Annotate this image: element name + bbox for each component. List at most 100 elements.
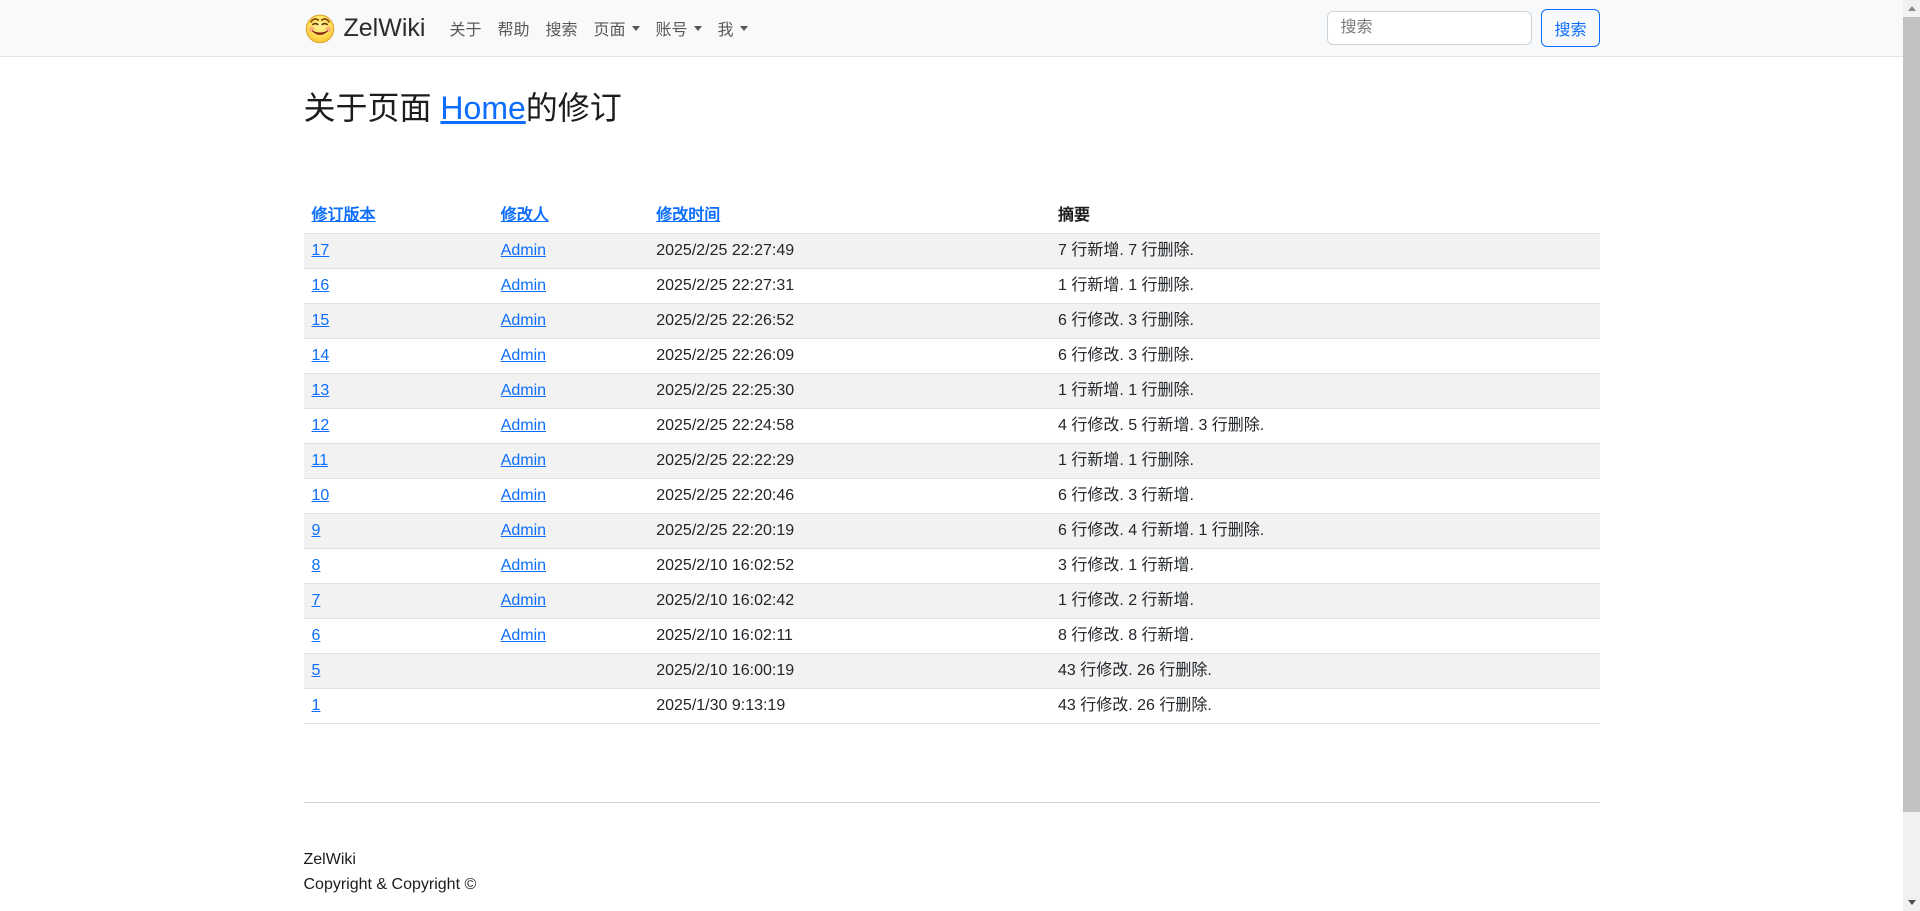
- editor-cell: Admin: [493, 269, 649, 304]
- editor-cell: Admin: [493, 584, 649, 619]
- editor-cell: Admin: [493, 479, 649, 514]
- editor-cell: Admin: [493, 234, 649, 269]
- editor-link[interactable]: Admin: [501, 557, 546, 574]
- editor-link[interactable]: Admin: [501, 522, 546, 539]
- summary-cell: 1 行新增. 1 行删除.: [1050, 269, 1600, 304]
- summary-cell: 7 行新增. 7 行删除.: [1050, 234, 1600, 269]
- home-page-link[interactable]: Home: [440, 90, 525, 126]
- editor-cell: Admin: [493, 444, 649, 479]
- logo-smiley-icon: [304, 12, 336, 44]
- revision-link[interactable]: 11: [312, 452, 329, 469]
- nav-item-help[interactable]: 帮助: [489, 8, 537, 48]
- time-cell: 2025/2/25 22:20:19: [648, 514, 1050, 549]
- editor-cell: [493, 689, 649, 724]
- time-cell: 2025/2/10 16:02:52: [648, 549, 1050, 584]
- revision-cell: 14: [304, 339, 493, 374]
- revision-link[interactable]: 8: [312, 557, 321, 574]
- summary-cell: 6 行修改. 3 行删除.: [1050, 339, 1600, 374]
- revision-cell: 10: [304, 479, 493, 514]
- editor-link[interactable]: Admin: [501, 592, 546, 609]
- editor-link[interactable]: Admin: [501, 242, 546, 259]
- editor-cell: [493, 654, 649, 689]
- nav-item-pages[interactable]: 页面: [585, 8, 647, 48]
- time-cell: 2025/1/30 9:13:19: [648, 689, 1050, 724]
- revisions-table-body: 17 Admin 2025/2/25 22:27:49 7 行新增. 7 行删除…: [304, 234, 1600, 724]
- summary-cell: 1 行修改. 2 行新增.: [1050, 584, 1600, 619]
- time-cell: 2025/2/10 16:02:42: [648, 584, 1050, 619]
- summary-cell: 43 行修改. 26 行删除.: [1050, 654, 1600, 689]
- revision-link[interactable]: 17: [312, 242, 330, 259]
- revision-link[interactable]: 10: [312, 487, 330, 504]
- table-row: 12 Admin 2025/2/25 22:24:58 4 行修改. 5 行新增…: [304, 409, 1600, 444]
- search-input[interactable]: [1327, 11, 1532, 45]
- editor-link[interactable]: Admin: [501, 417, 546, 434]
- editor-link[interactable]: Admin: [501, 277, 546, 294]
- revision-link[interactable]: 9: [312, 522, 321, 539]
- footer-divider: [304, 802, 1600, 803]
- top-navbar: ZelWiki 关于帮助搜索页面账号我 搜索: [0, 0, 1903, 57]
- navbar-search-group: 搜索: [1327, 9, 1599, 47]
- revision-link[interactable]: 6: [312, 627, 321, 644]
- time-cell: 2025/2/25 22:27:49: [648, 234, 1050, 269]
- editor-link[interactable]: Admin: [501, 347, 546, 364]
- page-title: 关于页面 Home的修订: [304, 83, 1600, 129]
- nav-item-about[interactable]: 关于: [441, 8, 489, 48]
- table-row: 10 Admin 2025/2/25 22:20:46 6 行修改. 3 行新增…: [304, 479, 1600, 514]
- footer-site-name: ZelWiki: [304, 851, 356, 868]
- nav-item-account[interactable]: 账号: [648, 8, 710, 48]
- revision-cell: 17: [304, 234, 493, 269]
- brand-text: ZelWiki: [344, 14, 426, 43]
- nav-item-search[interactable]: 搜索: [537, 8, 585, 48]
- page-footer: ZelWikiCopyright & Copyright ©: [304, 847, 1600, 897]
- scrollbar-thumb[interactable]: [1903, 17, 1920, 812]
- time-cell: 2025/2/25 22:26:09: [648, 339, 1050, 374]
- table-row: 6 Admin 2025/2/10 16:02:11 8 行修改. 8 行新增.: [304, 619, 1600, 654]
- page-title-suffix: 的修订: [526, 90, 622, 126]
- revision-link[interactable]: 16: [312, 277, 330, 294]
- table-row: 9 Admin 2025/2/25 22:20:19 6 行修改. 4 行新增.…: [304, 514, 1600, 549]
- editor-link[interactable]: Admin: [501, 312, 546, 329]
- search-button[interactable]: 搜索: [1541, 9, 1599, 47]
- brand-link[interactable]: ZelWiki: [304, 12, 426, 44]
- revision-cell: 16: [304, 269, 493, 304]
- chevron-down-icon: [694, 26, 702, 31]
- revision-link[interactable]: 14: [312, 347, 330, 364]
- revision-link[interactable]: 5: [312, 662, 321, 679]
- table-row: 14 Admin 2025/2/25 22:26:09 6 行修改. 3 行删除…: [304, 339, 1600, 374]
- scrollbar-down-arrow-icon[interactable]: [1903, 894, 1920, 911]
- revision-cell: 9: [304, 514, 493, 549]
- sort-by-revision-link[interactable]: 修订版本: [312, 207, 376, 224]
- sort-by-editor-link[interactable]: 修改人: [501, 207, 549, 224]
- header-editor: 修改人: [493, 199, 649, 234]
- vertical-scrollbar[interactable]: [1903, 0, 1920, 911]
- editor-link[interactable]: Admin: [501, 452, 546, 469]
- scrollbar-up-arrow-icon[interactable]: [1903, 0, 1920, 17]
- revision-link[interactable]: 1: [312, 697, 321, 714]
- table-row: 5 2025/2/10 16:00:19 43 行修改. 26 行删除.: [304, 654, 1600, 689]
- chevron-down-icon: [632, 26, 640, 31]
- editor-link[interactable]: Admin: [501, 627, 546, 644]
- editor-link[interactable]: Admin: [501, 487, 546, 504]
- time-cell: 2025/2/25 22:26:52: [648, 304, 1050, 339]
- revision-link[interactable]: 12: [312, 417, 330, 434]
- revision-link[interactable]: 13: [312, 382, 330, 399]
- revision-link[interactable]: 7: [312, 592, 321, 609]
- revision-cell: 7: [304, 584, 493, 619]
- revision-cell: 6: [304, 619, 493, 654]
- sort-by-time-link[interactable]: 修改时间: [656, 207, 720, 224]
- header-summary: 摘要: [1050, 199, 1600, 234]
- revision-cell: 5: [304, 654, 493, 689]
- time-cell: 2025/2/10 16:02:11: [648, 619, 1050, 654]
- nav-item-me[interactable]: 我: [710, 8, 756, 48]
- editor-link[interactable]: Admin: [501, 382, 546, 399]
- page-title-prefix: 关于页面: [304, 90, 441, 126]
- revision-cell: 8: [304, 549, 493, 584]
- revision-cell: 13: [304, 374, 493, 409]
- editor-cell: Admin: [493, 304, 649, 339]
- revision-link[interactable]: 15: [312, 312, 330, 329]
- summary-cell: 6 行修改. 3 行删除.: [1050, 304, 1600, 339]
- chevron-down-icon: [740, 26, 748, 31]
- table-header-row: 修订版本 修改人 修改时间 摘要: [304, 199, 1600, 234]
- summary-cell: 3 行修改. 1 行新增.: [1050, 549, 1600, 584]
- editor-cell: Admin: [493, 409, 649, 444]
